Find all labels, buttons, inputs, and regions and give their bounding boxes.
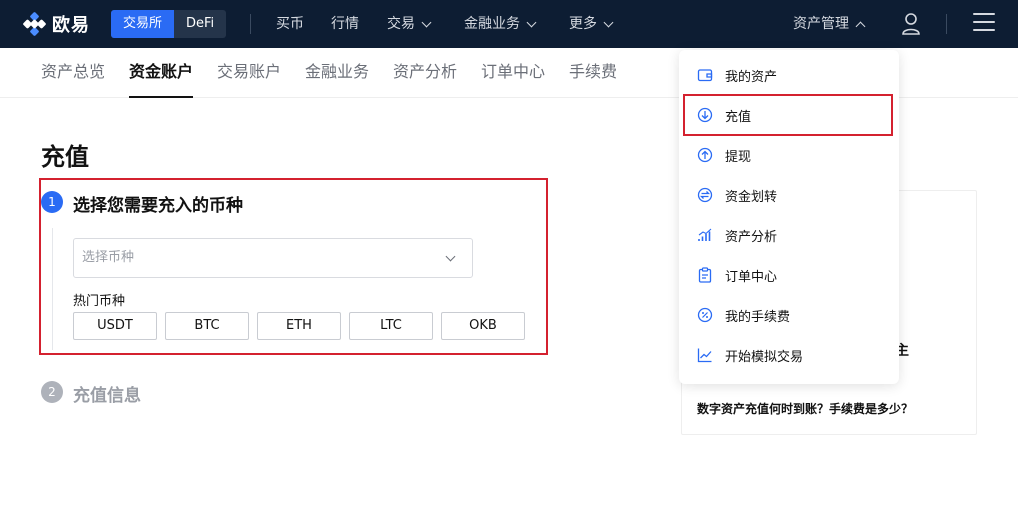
- hamburger-menu-icon[interactable]: [973, 13, 995, 33]
- nav-label: 金融业务: [464, 16, 520, 32]
- user-icon[interactable]: [900, 12, 922, 36]
- chart-line-icon: [697, 348, 712, 363]
- menu-item-label: 开始模拟交易: [725, 349, 804, 365]
- hot-coins-label: 热门币种: [73, 294, 126, 309]
- step2-number: 2: [41, 381, 63, 403]
- withdraw-icon: [697, 147, 713, 163]
- transfer-icon: [697, 187, 713, 203]
- step1-title: 选择您需要充入的币种: [73, 196, 243, 216]
- chevron-down-icon: [445, 251, 456, 262]
- divider: [946, 14, 947, 34]
- menu-item-withdraw[interactable]: 提现: [697, 145, 751, 165]
- step1-number: 1: [41, 191, 63, 213]
- menu-item-my-assets[interactable]: 我的资产: [697, 65, 777, 85]
- menu-item-label: 资产分析: [725, 229, 778, 245]
- tab-exchange[interactable]: 交易所: [111, 10, 175, 38]
- subtab-funding-account[interactable]: 资金账户: [129, 48, 194, 98]
- subtab-order-center[interactable]: 订单中心: [481, 48, 545, 98]
- chevron-up-icon: [855, 21, 866, 31]
- nav-asset-management[interactable]: 资产管理: [793, 0, 866, 48]
- step2-title: 充值信息: [73, 386, 141, 406]
- platform-switch: 交易所 DeFi: [111, 10, 227, 38]
- chevron-down-icon: [603, 17, 614, 27]
- nav-label: 更多: [569, 16, 597, 32]
- coin-button-okb[interactable]: OKB: [441, 312, 525, 340]
- nav-label: 买币: [276, 16, 304, 32]
- menu-item-order-center[interactable]: 订单中心: [697, 265, 777, 285]
- chevron-down-icon: [526, 17, 537, 27]
- deposit-highlight-box: [683, 94, 893, 136]
- menu-item-label: 我的资产: [725, 69, 778, 85]
- faq-question-link[interactable]: 数字资产充值何时到账？手续费是多少？: [697, 400, 913, 417]
- chevron-down-icon: [421, 17, 432, 27]
- menu-item-label: 订单中心: [725, 269, 778, 285]
- menu-item-my-fees[interactable]: 我的手续费: [697, 305, 790, 325]
- okx-logo-icon: [23, 12, 46, 36]
- page-title: 充值: [41, 143, 89, 171]
- subtab-asset-overview[interactable]: 资产总览: [41, 48, 105, 98]
- coin-button-usdt[interactable]: USDT: [73, 312, 157, 340]
- coin-select-placeholder: 选择币种: [82, 250, 135, 265]
- subtab-finance[interactable]: 金融业务: [305, 48, 369, 98]
- subtab-trading-account[interactable]: 交易账户: [217, 48, 281, 98]
- nav-markets[interactable]: 行情: [331, 0, 359, 48]
- nav-trade[interactable]: 交易: [387, 0, 432, 48]
- menu-item-transfer[interactable]: 资金划转: [697, 185, 777, 205]
- nav-buy-crypto[interactable]: 买币: [276, 0, 304, 48]
- subtab-fees[interactable]: 手续费: [569, 48, 617, 98]
- menu-item-label: 资金划转: [725, 189, 778, 205]
- analysis-icon: [698, 228, 712, 241]
- coin-button-eth[interactable]: ETH: [257, 312, 341, 340]
- fee-icon: [697, 307, 713, 323]
- top-navbar: 欧易 交易所 DeFi 买币 行情 交易 金融业务 更多 资产管理: [0, 0, 1018, 48]
- tab-defi[interactable]: DeFi: [174, 10, 226, 38]
- coin-select[interactable]: 选择币种: [73, 238, 473, 278]
- clipboard-icon: [698, 267, 712, 283]
- logo[interactable]: 欧易: [22, 12, 90, 36]
- nav-label: 交易: [387, 16, 415, 32]
- wallet-icon: [697, 69, 713, 82]
- nav-finance[interactable]: 金融业务: [464, 0, 537, 48]
- menu-item-asset-analysis[interactable]: 资产分析: [697, 225, 777, 245]
- menu-item-label: 提现: [725, 149, 752, 165]
- subtab-asset-analysis[interactable]: 资产分析: [393, 48, 457, 98]
- coin-button-btc[interactable]: BTC: [165, 312, 249, 340]
- divider: [250, 14, 251, 34]
- step-connector: [52, 228, 53, 350]
- coin-button-ltc[interactable]: LTC: [349, 312, 433, 340]
- menu-item-demo-trading[interactable]: 开始模拟交易: [697, 345, 803, 365]
- logo-text: 欧易: [52, 15, 90, 36]
- menu-item-label: 我的手续费: [725, 309, 791, 325]
- nav-more[interactable]: 更多: [569, 0, 614, 48]
- nav-label: 资产管理: [793, 16, 849, 32]
- nav-label: 行情: [331, 16, 359, 32]
